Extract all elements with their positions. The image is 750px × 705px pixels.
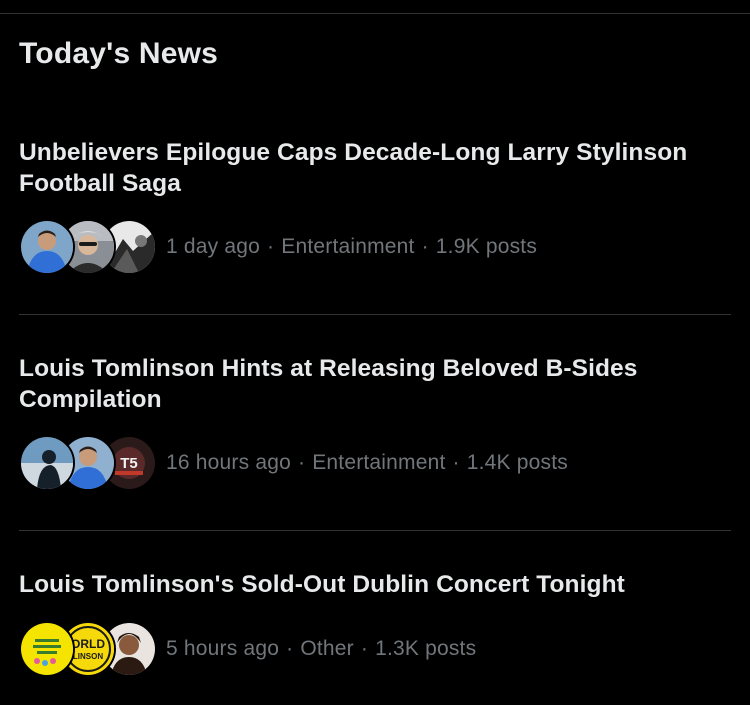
news-time: 16 hours ago <box>166 451 291 474</box>
news-meta-text: 16 hours ago · Entertainment · 1.4K posts <box>166 451 568 475</box>
news-post-count: 1.9K posts <box>435 235 538 258</box>
news-meta: 1 day ago · Entertainment · 1.9K posts <box>19 219 731 275</box>
news-item-1[interactable]: Unbelievers Epilogue Caps Decade-Long La… <box>19 137 731 275</box>
news-time: 5 hours ago <box>166 637 280 660</box>
divider <box>19 530 731 531</box>
news-meta: T5 16 hours ago · Entertainment · 1.4K posts <box>19 435 731 491</box>
avatar-stack: T5 <box>19 435 157 491</box>
avatar-yellow-badge <box>19 621 75 677</box>
avatar-stack <box>19 219 157 275</box>
news-category[interactable]: Entertainment <box>281 235 414 258</box>
news-item-2[interactable]: Louis Tomlinson Hints at Releasing Belov… <box>19 353 731 491</box>
news-headline[interactable]: Louis Tomlinson's Sold-Out Dublin Concer… <box>19 569 731 600</box>
news-post-count: 1.4K posts <box>466 451 568 474</box>
meta-separator: · <box>452 451 460 474</box>
news-category[interactable]: Entertainment <box>312 451 445 474</box>
news-headline[interactable]: Louis Tomlinson Hints at Releasing Belov… <box>19 353 731 415</box>
avatar-silhouette-blue <box>19 435 75 491</box>
news-time: 1 day ago <box>166 235 261 258</box>
avatar-person-blue-hoodie <box>19 219 75 275</box>
news-post-count: 1.3K posts <box>375 637 477 660</box>
news-item-3[interactable]: Louis Tomlinson's Sold-Out Dublin Concer… <box>19 569 731 677</box>
news-meta-text: 1 day ago · Entertainment · 1.9K posts <box>166 235 537 259</box>
meta-separator: · <box>286 637 294 660</box>
meta-separator: · <box>421 235 429 258</box>
news-category[interactable]: Other <box>300 637 354 660</box>
news-headline[interactable]: Unbelievers Epilogue Caps Decade-Long La… <box>19 137 731 199</box>
avatar-stack: ORLD LINSON <box>19 621 157 677</box>
meta-separator: · <box>267 235 275 258</box>
divider <box>19 314 731 315</box>
world-logo-subtext: LINSON <box>73 652 103 661</box>
section-title: Today's News <box>19 37 219 70</box>
world-logo-text: ORLD <box>71 637 105 651</box>
top-divider <box>0 13 750 14</box>
news-meta-text: 5 hours ago · Other · 1.3K posts <box>166 637 476 661</box>
t5-logo-text: T5 <box>120 455 138 472</box>
news-meta: ORLD LINSON 5 hours ago · Other · 1.3K posts <box>19 621 731 677</box>
meta-separator: · <box>360 637 369 660</box>
meta-separator: · <box>298 451 306 474</box>
